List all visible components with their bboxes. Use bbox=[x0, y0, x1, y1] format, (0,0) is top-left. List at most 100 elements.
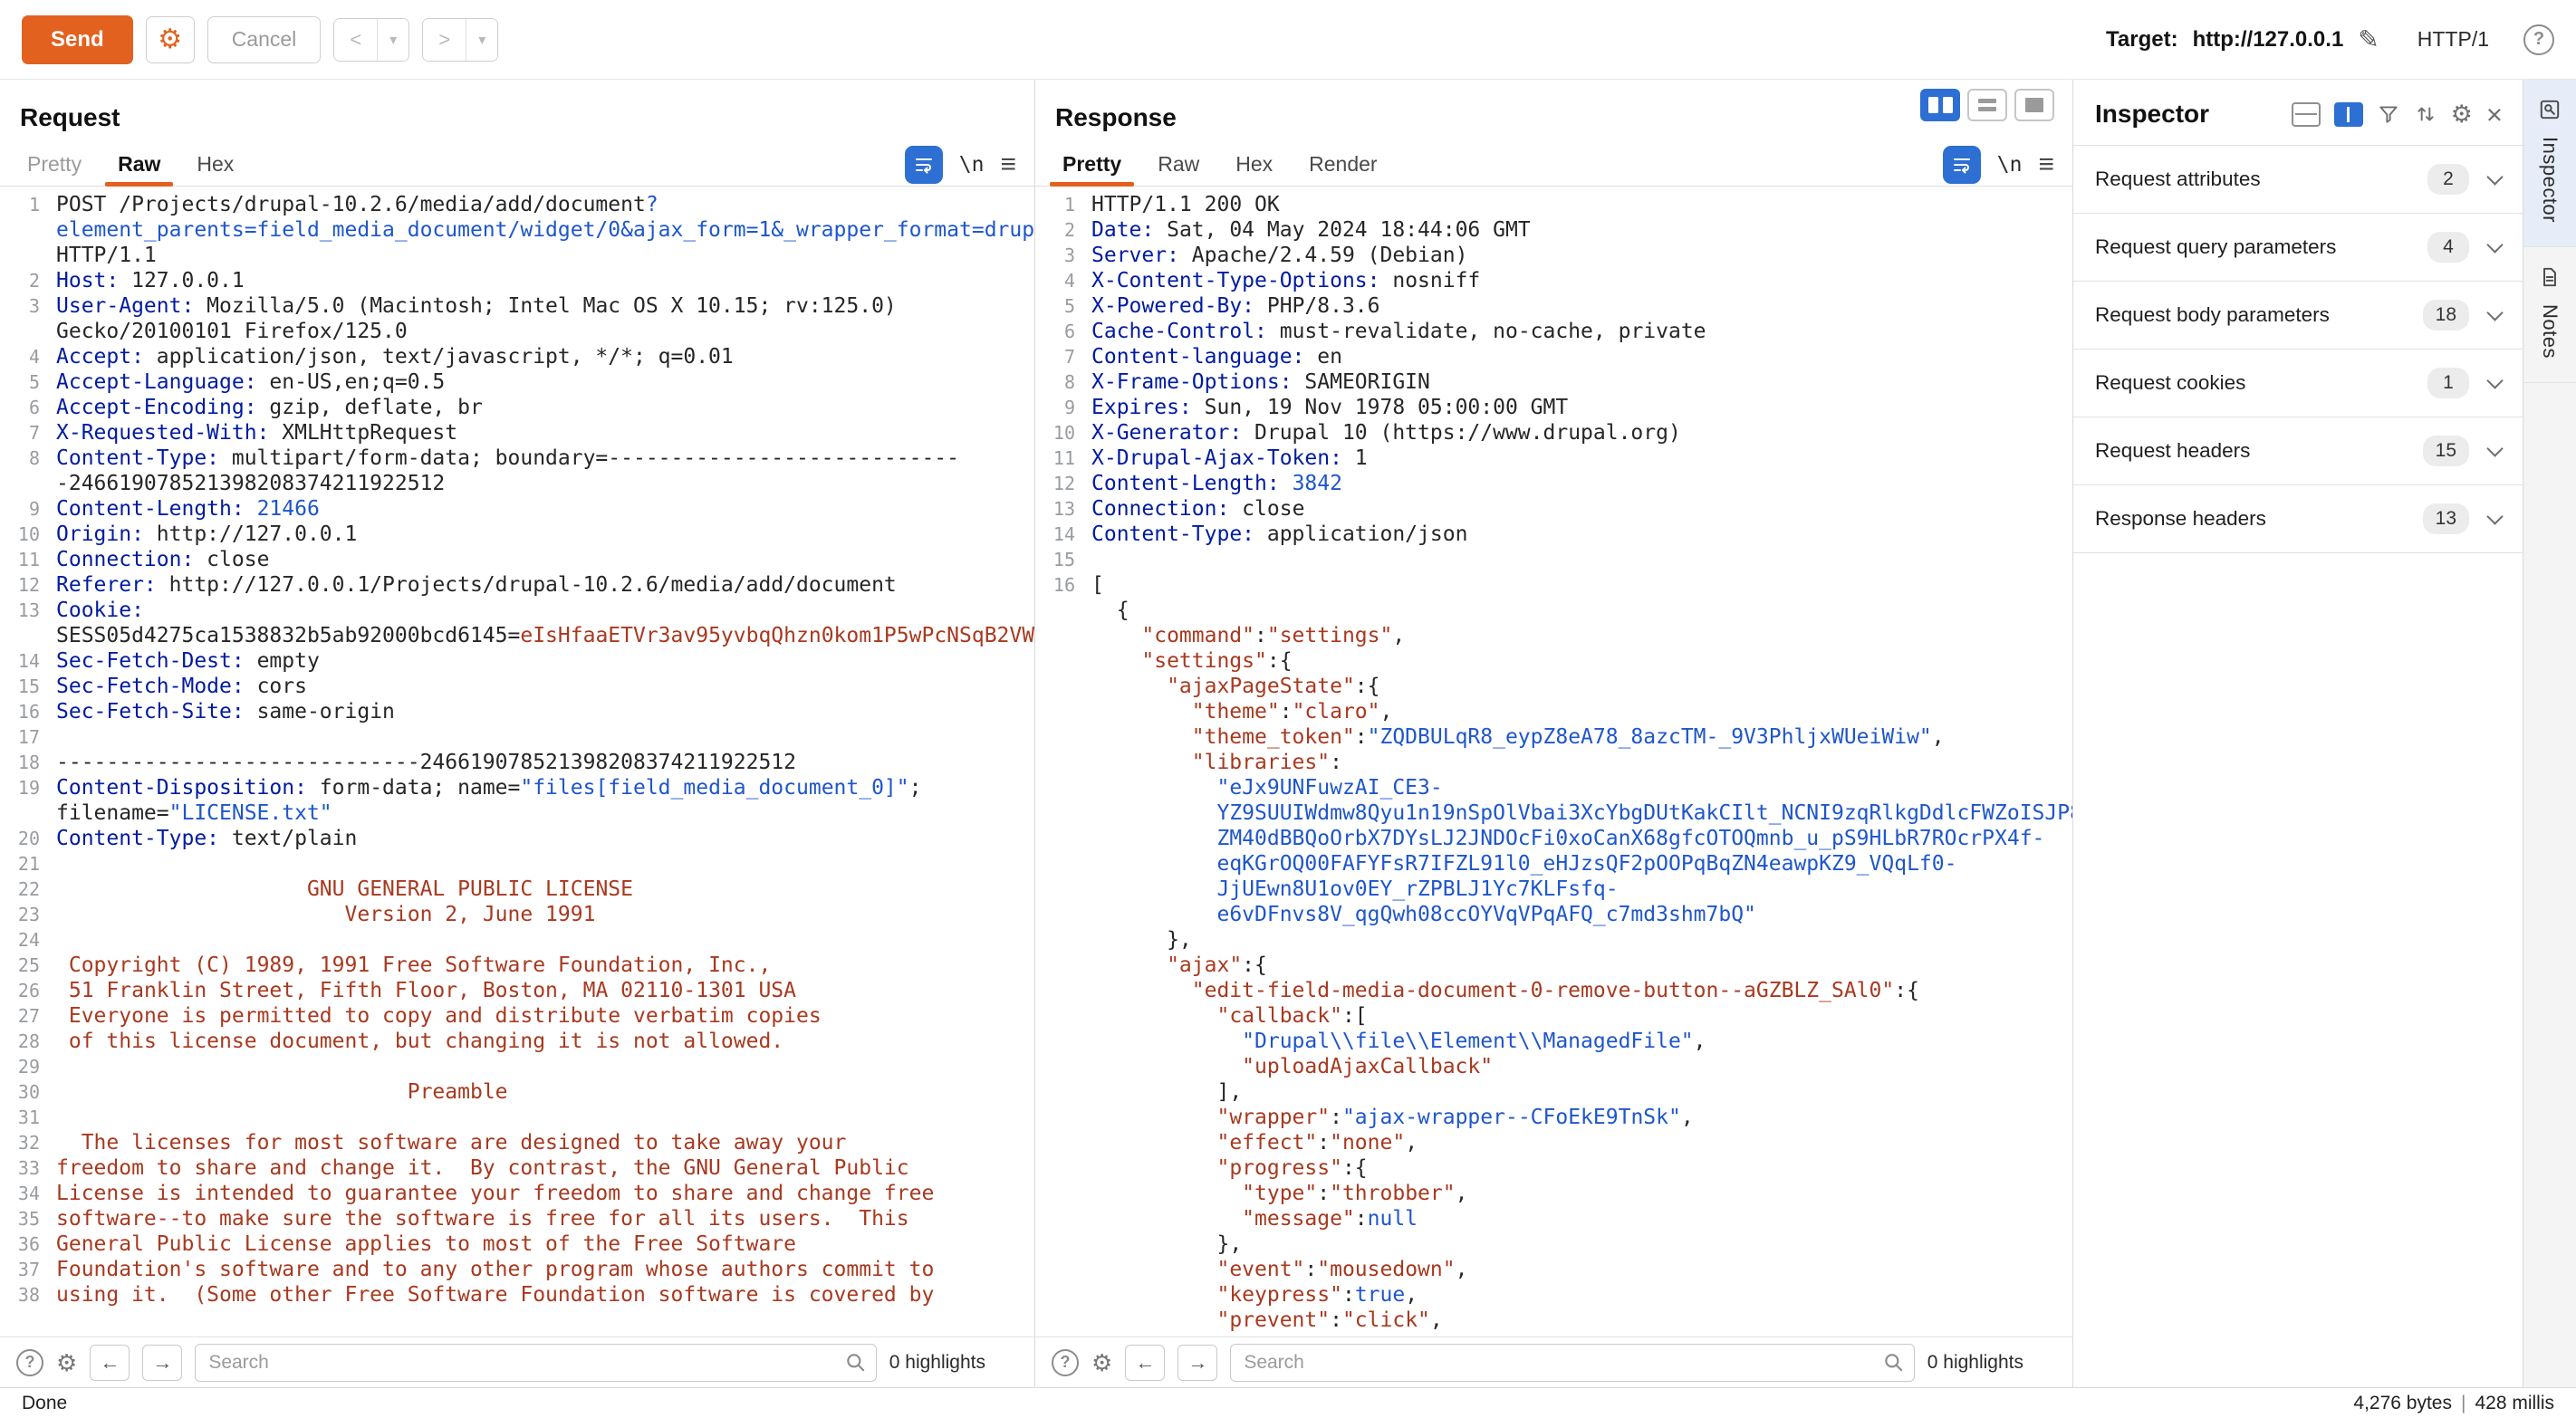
request-tab-pretty[interactable]: Pretty bbox=[9, 143, 100, 186]
edit-target-icon[interactable]: ✎ bbox=[2358, 24, 2379, 54]
line-content: Accept-Encoding: gzip, deflate, br bbox=[47, 395, 1034, 420]
sort-icon[interactable] bbox=[2414, 102, 2437, 126]
request-search-input[interactable] bbox=[195, 1344, 876, 1382]
line-number bbox=[1035, 674, 1082, 699]
response-tab-render[interactable]: Render bbox=[1291, 143, 1395, 186]
code-line: "ajax":{ bbox=[1035, 953, 2072, 978]
request-tab-hex[interactable]: Hex bbox=[178, 143, 252, 186]
inspector-settings-icon[interactable]: ⚙ bbox=[2451, 102, 2473, 127]
inspector-layout-rows-icon[interactable] bbox=[2292, 102, 2321, 127]
help-icon[interactable]: ? bbox=[2523, 24, 2554, 55]
code-line: 5X-Powered-By: PHP/8.3.6 bbox=[1035, 293, 2072, 319]
code-line: 18-----------------------------246619078… bbox=[0, 750, 1034, 775]
line-number: 16 bbox=[1035, 572, 1082, 598]
request-next-match-button[interactable]: → bbox=[142, 1345, 182, 1381]
request-search-field bbox=[195, 1344, 876, 1382]
request-tab-raw[interactable]: Raw bbox=[100, 143, 178, 186]
inspector-section-label: Request headers bbox=[2095, 439, 2423, 463]
history-back-dropdown[interactable]: ▾ bbox=[378, 19, 409, 61]
line-number bbox=[1035, 750, 1082, 775]
response-next-match-button[interactable]: → bbox=[1177, 1345, 1217, 1381]
filter-icon[interactable] bbox=[2377, 102, 2400, 126]
line-number: 8 bbox=[1035, 369, 1082, 395]
strip-tab-notes[interactable]: Notes bbox=[2523, 247, 2576, 383]
line-number bbox=[1035, 1105, 1082, 1130]
word-wrap-icon bbox=[913, 154, 935, 176]
cancel-button[interactable]: Cancel bbox=[207, 16, 322, 63]
history-forward-button[interactable]: > bbox=[423, 19, 466, 61]
line-content: "command":"settings", bbox=[1082, 623, 2072, 648]
show-newlines-button[interactable]: \n bbox=[959, 153, 985, 177]
inspector-layout-columns-icon[interactable] bbox=[2334, 102, 2363, 127]
code-line: 16Sec-Fetch-Site: same-origin bbox=[0, 699, 1034, 724]
inspector-section-request-cookies[interactable]: Request cookies1 bbox=[2073, 350, 2523, 417]
line-content: User-Agent: Mozilla/5.0 (Macintosh; Inte… bbox=[47, 293, 1034, 344]
line-number bbox=[1035, 1181, 1082, 1206]
chevron-down-icon bbox=[2486, 168, 2503, 185]
search-icon bbox=[1882, 1351, 1906, 1379]
request-editor[interactable]: 1POST /Projects/drupal-10.2.6/media/add/… bbox=[0, 187, 1034, 1337]
word-wrap-button[interactable] bbox=[905, 146, 943, 184]
line-content: Origin: http://127.0.0.1 bbox=[47, 522, 1034, 547]
response-search-input[interactable] bbox=[1230, 1344, 1914, 1382]
strip-tab-inspector[interactable]: Inspector bbox=[2523, 80, 2576, 247]
send-settings-button[interactable]: ⚙ bbox=[146, 16, 195, 63]
line-content: Cache-Control: must-revalidate, no-cache… bbox=[1082, 319, 2072, 344]
response-editor[interactable]: 1HTTP/1.1 200 OK2Date: Sat, 04 May 2024 … bbox=[1035, 187, 2072, 1337]
line-content: "type":"throbber", bbox=[1082, 1181, 2072, 1206]
response-tabs: Pretty Raw Hex Render \n ≡ bbox=[1035, 143, 2072, 187]
search-settings-icon[interactable]: ⚙ bbox=[56, 1351, 77, 1375]
response-prev-match-button[interactable]: ← bbox=[1125, 1345, 1165, 1381]
layout-columns-icon[interactable] bbox=[1920, 89, 1960, 121]
target-label: Target: bbox=[2106, 27, 2178, 53]
inspector-section-request-headers[interactable]: Request headers15 bbox=[2073, 417, 2523, 485]
editor-menu-icon[interactable]: ≡ bbox=[2038, 151, 2054, 178]
word-wrap-button[interactable] bbox=[1943, 146, 1981, 184]
layout-rows-icon[interactable] bbox=[1967, 89, 2007, 121]
line-content: Connection: close bbox=[47, 547, 1034, 572]
response-tab-raw[interactable]: Raw bbox=[1139, 143, 1217, 186]
history-forward-dropdown[interactable]: ▾ bbox=[466, 19, 497, 61]
inspector-close-icon[interactable]: × bbox=[2486, 101, 2503, 129]
code-line: 16[ bbox=[1035, 572, 2072, 598]
line-content: Connection: close bbox=[1082, 496, 2072, 522]
inspector-section-request-attributes[interactable]: Request attributes2 bbox=[2073, 146, 2523, 214]
code-line: "theme":"claro", bbox=[1035, 699, 2072, 724]
line-content: General Public License applies to most o… bbox=[47, 1231, 1034, 1257]
chevron-down-icon bbox=[2486, 236, 2503, 253]
line-content bbox=[47, 724, 1034, 750]
code-line: 34License is intended to guarantee your … bbox=[0, 1181, 1034, 1206]
search-settings-icon[interactable]: ⚙ bbox=[1091, 1351, 1112, 1375]
response-tab-pretty[interactable]: Pretty bbox=[1044, 143, 1139, 186]
target-group: Target: http://127.0.0.1 ✎ HTTP/1 ? bbox=[2106, 24, 2554, 55]
show-newlines-button[interactable]: \n bbox=[1997, 153, 2023, 177]
inspector-section-request-query-parameters[interactable]: Request query parameters4 bbox=[2073, 214, 2523, 282]
line-content: "keypress":true, bbox=[1082, 1282, 2072, 1308]
inspector-section-label: Request query parameters bbox=[2095, 235, 2427, 259]
view-layout-toggles bbox=[1920, 89, 2054, 121]
inspector-section-response-headers[interactable]: Response headers13 bbox=[2073, 485, 2523, 553]
inspector-section-request-body-parameters[interactable]: Request body parameters18 bbox=[2073, 282, 2523, 350]
code-line: "command":"settings", bbox=[1035, 623, 2072, 648]
line-number: 15 bbox=[1035, 547, 1082, 572]
search-help-icon[interactable]: ? bbox=[1052, 1349, 1079, 1376]
line-number: 17 bbox=[0, 724, 47, 750]
code-line: 33freedom to share and change it. By con… bbox=[0, 1155, 1034, 1181]
response-highlights-count: 0 highlights bbox=[1927, 1352, 2056, 1374]
line-content: X-Drupal-Ajax-Token: 1 bbox=[1082, 446, 2072, 471]
send-button[interactable]: Send bbox=[22, 15, 133, 64]
metrics-separator: | bbox=[2461, 1393, 2465, 1414]
line-number bbox=[1035, 953, 1082, 978]
line-number: 2 bbox=[1035, 217, 1082, 243]
request-prev-match-button[interactable]: ← bbox=[90, 1345, 130, 1381]
line-number: 3 bbox=[0, 293, 47, 344]
history-back-button[interactable]: < bbox=[334, 19, 378, 61]
response-tab-hex[interactable]: Hex bbox=[1217, 143, 1291, 186]
layout-single-icon[interactable] bbox=[2014, 89, 2054, 121]
code-line: "effect":"none", bbox=[1035, 1130, 2072, 1155]
search-help-icon[interactable]: ? bbox=[16, 1349, 43, 1376]
editor-menu-icon[interactable]: ≡ bbox=[1000, 151, 1016, 178]
request-title: Request bbox=[20, 103, 1014, 132]
line-number bbox=[1035, 648, 1082, 674]
line-content: X-Generator: Drupal 10 (https://www.drup… bbox=[1082, 420, 2072, 446]
